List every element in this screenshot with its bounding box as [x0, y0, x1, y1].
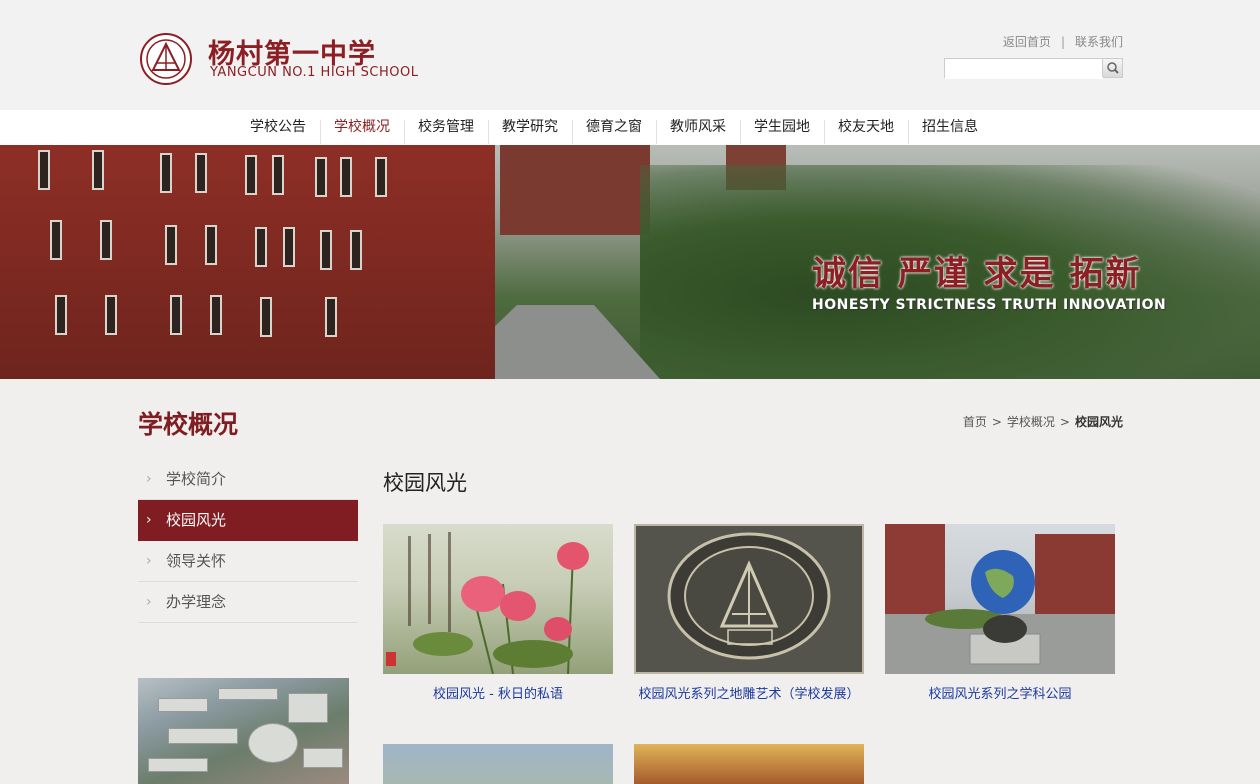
building-window	[160, 153, 172, 193]
sidebar-item-leadership-care[interactable]: › 领导关怀	[138, 541, 358, 582]
photo-building	[148, 758, 208, 772]
nav-item-moral-education[interactable]: 德育之窗	[572, 110, 656, 145]
building-window	[260, 297, 272, 337]
breadcrumb-current: 校园风光	[1074, 415, 1123, 429]
building-window	[325, 297, 337, 337]
building-window	[38, 150, 50, 190]
nav-item-announcements[interactable]: 学校公告	[236, 110, 320, 145]
photo-building	[168, 728, 238, 744]
building-window	[55, 295, 67, 335]
school-logo[interactable]: 杨村第一中学 YANGCUN NO.1 HIGH SCHOOL	[138, 32, 418, 86]
gallery-thumbnail[interactable]	[383, 744, 613, 784]
building-window	[255, 227, 267, 267]
sidebar-item-label: 学校简介	[166, 470, 227, 488]
gallery-caption[interactable]: 校园风光系列之地雕艺术（学校发展）	[634, 685, 864, 705]
main-nav: 学校公告 学校概况 校务管理 教学研究 德育之窗 教师风采 学生园地 校友天地 …	[0, 110, 1260, 145]
motto-english: HONESTY STRICTNESS TRUTH INNOVATION	[812, 297, 1167, 313]
breadcrumb: 首页 > 学校概况 > 校园风光	[963, 413, 1123, 430]
building-window	[340, 157, 352, 197]
building-window	[165, 225, 177, 265]
gallery-caption[interactable]: 校园风光 - 秋日的私语	[383, 685, 613, 705]
roses-image	[386, 532, 589, 674]
gallery-thumbnail[interactable]	[383, 524, 613, 674]
building-window	[92, 150, 104, 190]
chevron-right-icon: ›	[146, 553, 152, 569]
chevron-right-icon: ›	[146, 594, 152, 610]
building-window	[320, 230, 332, 270]
logo-english-name: YANGCUN NO.1 HIGH SCHOOL	[210, 65, 419, 80]
nav-item-school-overview[interactable]: 学校概况	[320, 110, 404, 145]
building-window	[245, 155, 257, 195]
breadcrumb-section[interactable]: 学校概况	[1007, 415, 1055, 429]
search-button[interactable]	[1102, 59, 1122, 77]
building-window	[375, 157, 387, 197]
nav-item-teaching-research[interactable]: 教学研究	[488, 110, 572, 145]
building-window	[210, 295, 222, 335]
search-icon	[1107, 62, 1119, 74]
chevron-right-icon: ›	[146, 512, 152, 528]
breadcrumb-separator: >	[1059, 415, 1070, 429]
contact-link[interactable]: 联系我们	[1075, 35, 1123, 49]
nav-item-teachers[interactable]: 教师风采	[656, 110, 740, 145]
sidebar-item-introduction[interactable]: › 学校简介	[138, 459, 358, 500]
building-window	[100, 220, 112, 260]
breadcrumb-separator: >	[991, 415, 1002, 429]
search-input[interactable]	[945, 61, 1103, 79]
home-link[interactable]: 返回首页	[1003, 35, 1051, 49]
school-seal-icon	[140, 33, 192, 85]
building-window	[272, 155, 284, 195]
sidebar-item-label: 领导关怀	[166, 552, 227, 570]
section-title: 学校概况	[138, 410, 239, 439]
photo-building	[303, 748, 343, 768]
banner-main-building	[0, 145, 495, 379]
building-window	[195, 153, 207, 193]
building-window	[205, 225, 217, 265]
nav-item-school-affairs[interactable]: 校务管理	[404, 110, 488, 145]
sidebar-item-label: 校园风光	[166, 511, 227, 529]
sidebar-menu: › 学校简介 › 校园风光 › 领导关怀 › 办学理念	[138, 459, 358, 623]
motto-chinese: 诚信 严谨 求是 拓新	[812, 254, 1142, 294]
building-window	[170, 295, 182, 335]
building-window	[350, 230, 362, 270]
campus-banner: 诚信 严谨 求是 拓新 HONESTY STRICTNESS TRUTH INN…	[0, 145, 1260, 379]
photo-building	[218, 688, 278, 700]
breadcrumb-home[interactable]: 首页	[963, 415, 987, 429]
top-links: 返回首页 | 联系我们	[1003, 33, 1123, 50]
chevron-right-icon: ›	[146, 471, 152, 487]
building-window	[50, 220, 62, 260]
building-window	[283, 227, 295, 267]
sidebar-item-philosophy[interactable]: › 办学理念	[138, 582, 358, 623]
campus-aerial-photo[interactable]	[138, 678, 349, 784]
building-window	[315, 157, 327, 197]
nav-item-alumni[interactable]: 校友天地	[824, 110, 908, 145]
gallery-caption[interactable]: 校园风光系列之学科公园	[885, 685, 1115, 705]
photo-building	[248, 723, 298, 763]
gallery-thumbnail[interactable]	[885, 524, 1115, 674]
search-box	[944, 58, 1123, 79]
gallery-thumbnail[interactable]	[634, 524, 864, 674]
floor-emblem-image	[636, 526, 862, 672]
photo-building	[288, 693, 328, 723]
building-window	[105, 295, 117, 335]
link-separator: |	[1060, 35, 1065, 49]
site-header: 杨村第一中学 YANGCUN NO.1 HIGH SCHOOL 返回首页 | 联系我…	[0, 0, 1260, 110]
nav-item-students[interactable]: 学生园地	[740, 110, 824, 145]
sidebar-item-label: 办学理念	[166, 593, 227, 611]
photo-building	[158, 698, 208, 712]
sidebar-item-campus-scenery[interactable]: › 校园风光	[138, 500, 358, 541]
banner-building	[500, 145, 650, 235]
content-title: 校园风光	[383, 471, 467, 495]
school-motto: 诚信 严谨 求是 拓新 HONESTY STRICTNESS TRUTH INN…	[812, 246, 1166, 313]
nav-item-admissions[interactable]: 招生信息	[908, 110, 992, 145]
globe-sculpture-image	[885, 524, 1115, 674]
gallery-thumbnail[interactable]	[634, 744, 864, 784]
